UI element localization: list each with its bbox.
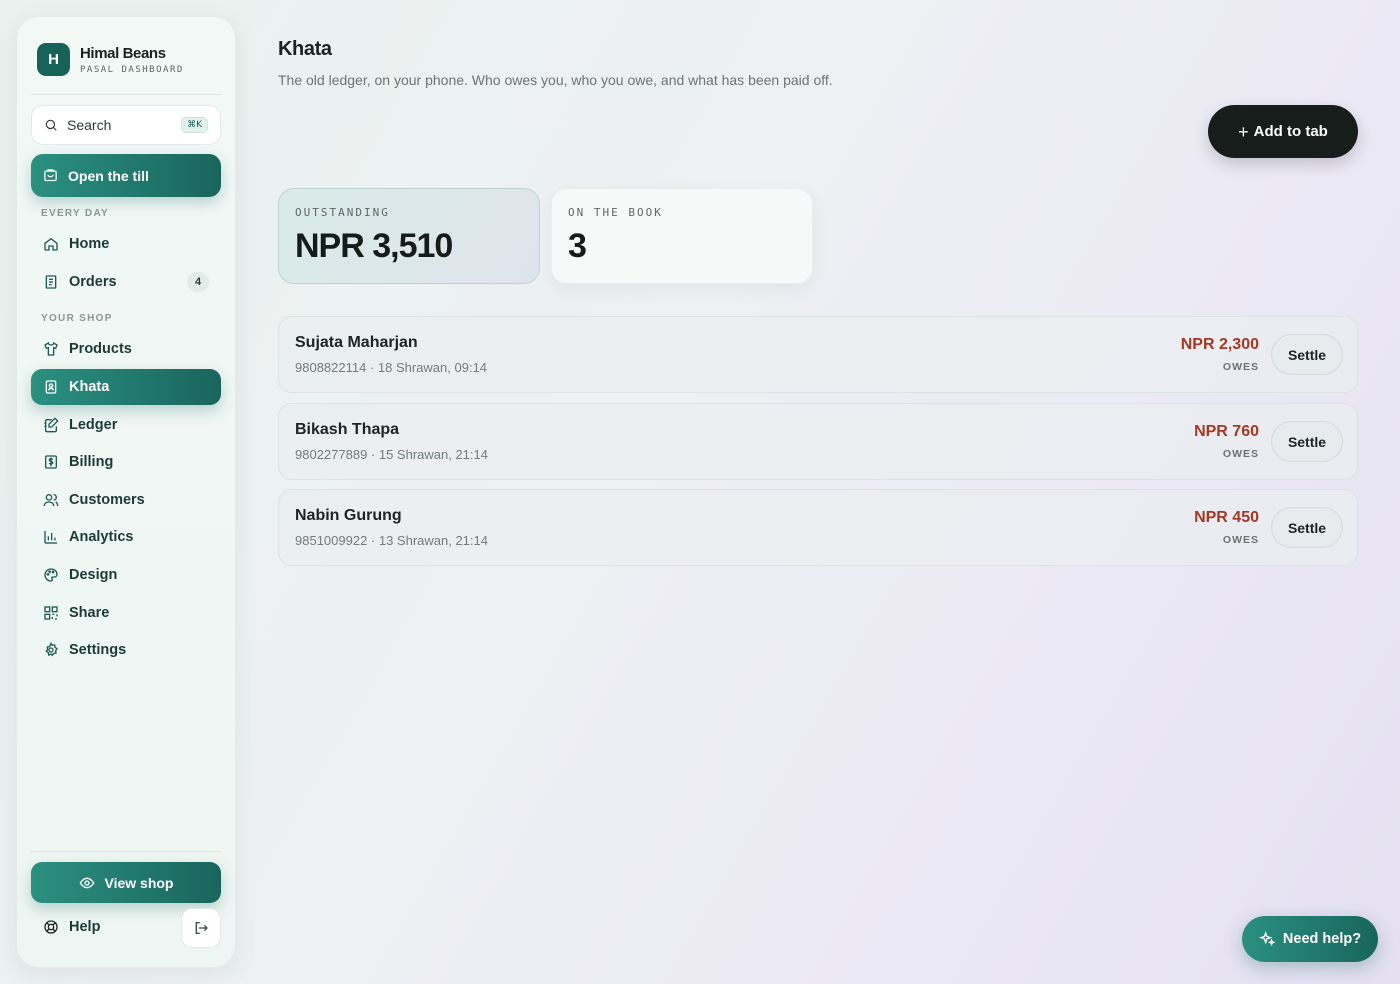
eye-icon [79,877,94,888]
bar-chart-icon [44,531,57,544]
on-book-label: ON THE BOOK [568,206,663,219]
brand-subtitle: PASAL DASHBOARD [80,64,184,75]
entry-amount: NPR 2,300 [1180,336,1259,353]
search-input[interactable]: Search ⌘K [31,105,221,145]
outstanding-value: NPR 3,510 [295,227,453,265]
sidebar-item-ledger[interactable]: Ledger [31,407,221,443]
brand[interactable]: H Himal Beans PASAL DASHBOARD [37,43,184,76]
search-icon [45,119,57,131]
qr-code-icon [44,606,58,620]
sparkle-icon [1258,931,1275,947]
brand-logo: H [37,43,70,76]
sidebar-item-label: Share [69,605,110,621]
add-to-tab-label: Add to tab [1253,123,1328,140]
add-to-tab-button[interactable]: + Add to tab [1208,105,1358,158]
sidebar-item-share[interactable]: Share [31,595,221,631]
sidebar-item-home[interactable]: Home [31,226,221,262]
logout-button[interactable] [181,908,221,948]
notebook-pen-icon [44,417,59,433]
users-icon [43,494,59,507]
page-title: Khata [278,38,332,60]
sidebar-item-label: Home [69,236,110,252]
entry-meta: 9851009922 · 13 Shrawan, 21:14 [295,533,488,548]
open-till-label: Open the till [68,167,149,184]
section-your-shop: YOUR SHOP [41,313,113,324]
sidebar-item-label: Products [69,341,132,357]
sidebar-item-label: Orders [69,274,117,290]
sidebar-item-customers[interactable]: Customers [31,482,221,518]
register-icon [44,169,57,182]
home-icon [44,237,58,251]
entry-status: OWES [1222,448,1259,460]
sidebar-item-label: Design [69,567,118,583]
receipt-icon [45,275,57,289]
need-help-button[interactable]: Need help? [1242,916,1378,962]
entry-name: Bikash Thapa [295,421,400,438]
sidebar-item-khata[interactable]: Khata [31,369,221,405]
khata-entry-row[interactable]: Bikash Thapa 9802277889 · 15 Shrawan, 21… [278,403,1358,480]
settle-button[interactable]: Settle [1271,421,1343,462]
open-till-button[interactable]: Open the till [31,154,221,197]
divider [31,851,221,852]
book-user-icon [45,380,57,394]
on-book-value: 3 [568,227,587,265]
shirt-icon [44,341,58,356]
sidebar-item-label: Billing [69,454,114,470]
settle-button[interactable]: Settle [1271,507,1343,548]
logout-icon [195,922,208,934]
sidebar-item-label: Khata [69,379,110,395]
palette-icon [44,568,58,582]
divider [31,94,221,95]
section-every-day: EVERY DAY [41,208,110,219]
on-book-card: ON THE BOOK 3 [551,188,813,284]
sidebar-item-analytics[interactable]: Analytics [31,519,221,555]
plus-icon: + [1238,121,1249,142]
khata-entry-row[interactable]: Sujata Maharjan 9808822114 · 18 Shrawan,… [278,316,1358,393]
settle-button[interactable]: Settle [1271,334,1343,375]
entry-meta: 9802277889 · 15 Shrawan, 21:14 [295,447,488,462]
entry-amount: NPR 450 [1194,509,1259,526]
entry-name: Sujata Maharjan [295,334,418,351]
entry-name: Nabin Gurung [295,507,402,524]
entry-amount: NPR 760 [1194,423,1259,440]
sidebar-item-settings[interactable]: Settings [31,632,221,668]
brand-name: Himal Beans [80,44,166,62]
sidebar-item-label: Customers [69,492,145,508]
sidebar: H Himal Beans PASAL DASHBOARD Search ⌘K … [16,16,236,968]
help-label: Help [69,919,101,935]
view-shop-button[interactable]: View shop [31,862,221,903]
entry-meta: 9808822114 · 18 Shrawan, 09:14 [295,360,488,375]
need-help-label: Need help? [1282,931,1362,947]
sidebar-item-products[interactable]: Products [31,331,221,367]
search-shortcut: ⌘K [181,117,208,133]
entry-status: OWES [1222,361,1259,373]
lifebuoy-icon [44,920,58,934]
gear-icon [45,642,58,657]
search-label: Search [67,117,112,133]
sidebar-item-label: Ledger [69,417,118,433]
sidebar-item-design[interactable]: Design [31,557,221,593]
sidebar-item-orders[interactable]: Orders 4 [31,264,221,300]
entry-status: OWES [1222,534,1259,546]
page-subtitle: The old ledger, on your phone. Who owes … [278,72,833,88]
sidebar-item-label: Analytics [69,529,134,545]
help-link[interactable]: Help [43,919,100,935]
view-shop-label: View shop [104,874,174,891]
khata-entry-row[interactable]: Nabin Gurung 9851009922 · 13 Shrawan, 21… [278,489,1358,566]
orders-count-badge: 4 [187,272,209,292]
invoice-icon [45,455,57,469]
outstanding-label: OUTSTANDING [295,206,390,219]
outstanding-card: OUTSTANDING NPR 3,510 [278,188,540,284]
sidebar-item-label: Settings [69,642,127,658]
sidebar-item-billing[interactable]: Billing [31,444,221,480]
